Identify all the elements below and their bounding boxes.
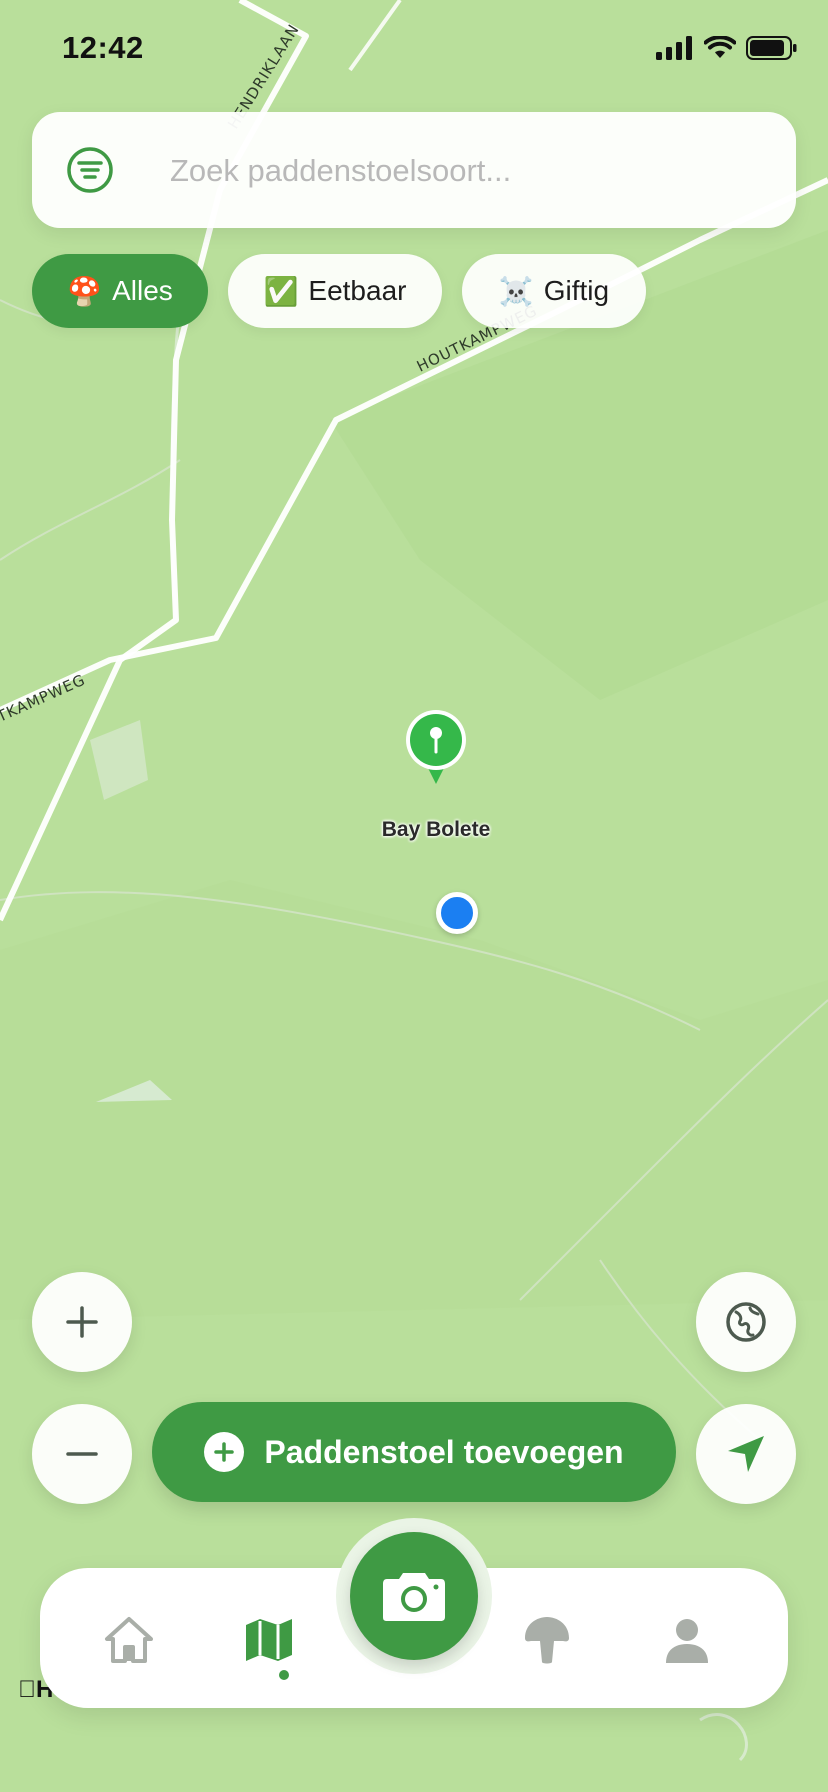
home-icon — [105, 1617, 153, 1663]
mushroom-icon: 🍄 — [67, 274, 103, 308]
camera-icon — [383, 1573, 445, 1621]
map-style-button[interactable] — [696, 1272, 796, 1372]
person-icon — [666, 1619, 708, 1663]
filter-chip-label: Giftig — [543, 275, 610, 306]
filter-chip-eetbaar[interactable]: ✅ Eetbaar — [228, 254, 442, 328]
globe-icon — [726, 1302, 766, 1342]
search-bar[interactable] — [32, 112, 796, 228]
map-icon — [246, 1619, 292, 1661]
filter-icon[interactable] — [66, 146, 114, 194]
add-mushroom-button[interactable]: Paddenstoel toevoegen — [152, 1402, 676, 1502]
search-input[interactable] — [168, 142, 772, 200]
filter-chip-giftig[interactable]: ☠️ Giftig — [462, 254, 646, 328]
skull-crossbones-icon: ☠️ — [498, 274, 534, 308]
tab-map[interactable] — [214, 1590, 324, 1690]
tab-home[interactable] — [74, 1590, 184, 1690]
tab-profile[interactable] — [632, 1590, 742, 1690]
location-arrow-icon — [728, 1436, 764, 1472]
filter-chip-label: Alles — [112, 275, 173, 306]
filter-chip-label: Eetbaar — [308, 275, 407, 306]
tab-mushrooms[interactable] — [492, 1590, 602, 1690]
zoom-in-button[interactable] — [32, 1272, 132, 1372]
add-circle-icon — [204, 1432, 245, 1472]
camera-button[interactable] — [350, 1532, 478, 1660]
plus-icon — [66, 1306, 98, 1338]
status-icons — [656, 36, 798, 60]
check-mark-icon: ✅ — [263, 274, 299, 308]
user-location-dot — [436, 892, 478, 934]
minus-icon — [66, 1452, 98, 1456]
mushroom-icon — [525, 1617, 569, 1664]
locate-me-button[interactable] — [696, 1404, 796, 1504]
add-mushroom-label: Paddenstoel toevoegen — [264, 1433, 624, 1470]
zoom-out-button[interactable] — [32, 1404, 132, 1504]
pin-label: Bay Bolete — [381, 818, 491, 841]
signal-icon — [656, 36, 692, 60]
status-time: 12:42 — [62, 30, 144, 65]
filter-chip-alles[interactable]: 🍄 Alles — [32, 254, 208, 328]
mushroom-pin-marker[interactable] — [404, 706, 468, 786]
wifi-icon — [704, 36, 736, 58]
battery-icon — [746, 36, 797, 60]
apple-icon:  — [18, 1676, 36, 1703]
active-tab-indicator — [279, 1670, 289, 1680]
